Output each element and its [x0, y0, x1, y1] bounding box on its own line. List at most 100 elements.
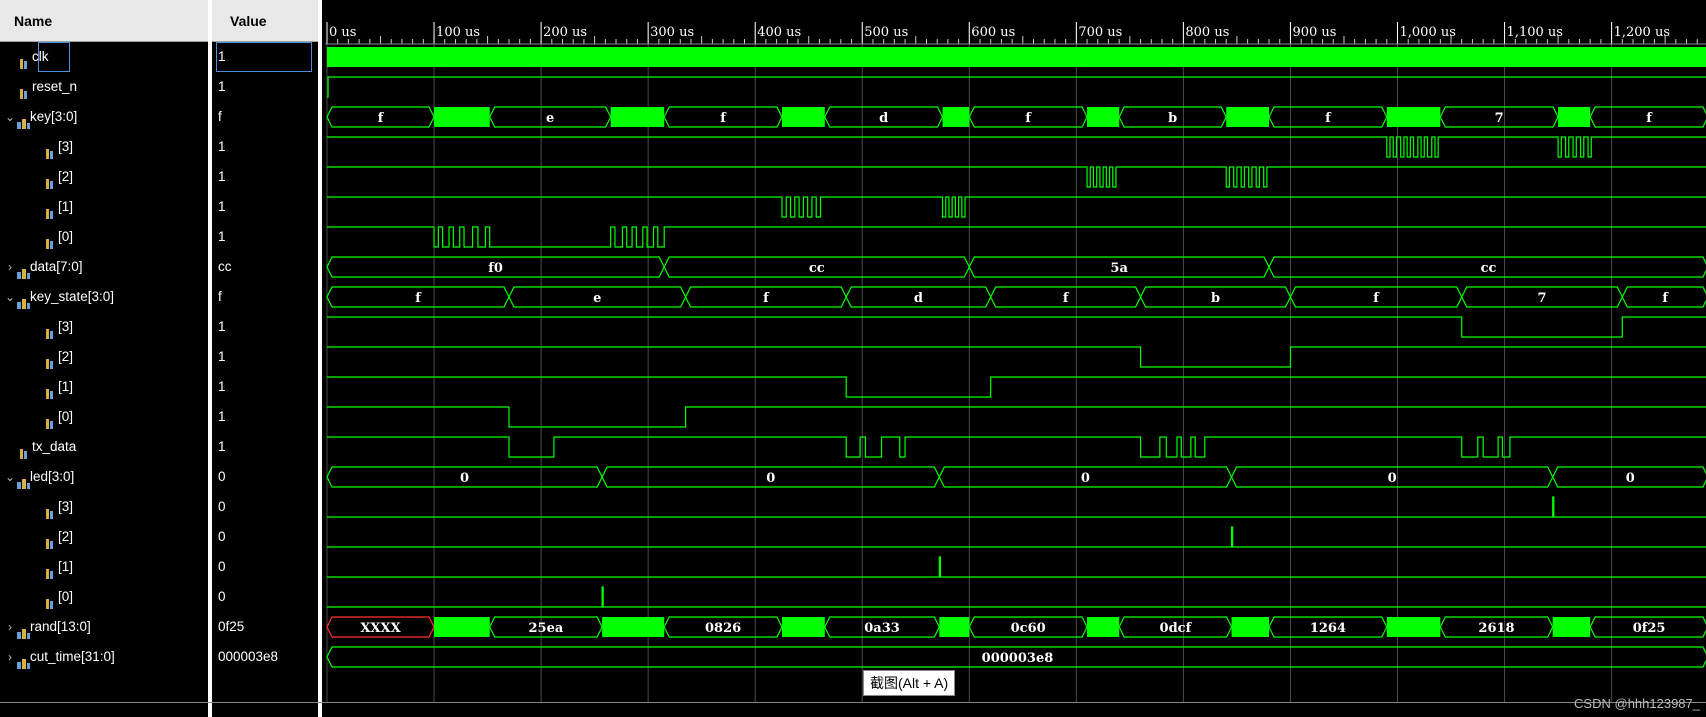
bit-waveform — [327, 556, 1706, 578]
bus-value-label: 0dcf — [1160, 621, 1193, 636]
bit-icon — [44, 321, 56, 340]
time-tick-label: 600 us — [971, 25, 1015, 40]
signal-row[interactable]: [3] — [44, 132, 73, 162]
signal-name: [0] — [58, 409, 74, 424]
signal-row[interactable]: [3] — [44, 312, 73, 342]
signal-value: 000003e8 — [218, 649, 279, 664]
signal-value: 0 — [218, 499, 226, 514]
chevron-right-icon[interactable]: › — [4, 642, 16, 672]
signal-value: 0 — [218, 469, 226, 484]
bus-value-label: f — [1025, 111, 1032, 126]
bit-waveform — [327, 166, 1706, 188]
bus-transition-burst — [602, 617, 665, 637]
bit-icon — [18, 51, 30, 70]
signal-name: [2] — [58, 529, 74, 544]
signal-name: [2] — [58, 169, 74, 184]
value-column-header[interactable]: Value — [212, 0, 318, 42]
signal-row[interactable]: [2] — [44, 162, 73, 192]
bit-waveform — [327, 436, 1706, 458]
bit-icon — [44, 201, 56, 220]
signal-row[interactable]: ⌄ key_state[3:0] — [4, 282, 114, 312]
bus-value-label: d — [914, 291, 923, 306]
bus-value-label: d — [879, 111, 888, 126]
clock-waveform — [327, 47, 1706, 67]
signal-value-pane: 1 1 f 1 1 1 1 cc f 1 1 1 1 1 0 0 0 0 0 0f25 000003e8 — [212, 42, 318, 717]
bit-waveform — [327, 346, 1706, 368]
chevron-right-icon[interactable]: › — [4, 612, 16, 642]
bus-value-label: 0 — [1388, 471, 1397, 486]
bus-value-label: 7 — [1537, 291, 1546, 306]
signal-value: 0 — [218, 559, 226, 574]
signal-row[interactable]: [1] — [44, 192, 73, 222]
horizontal-scrollbar[interactable] — [0, 702, 1706, 703]
bus-value-label: 0826 — [705, 621, 741, 636]
watermark: CSDN @hhh123987_ — [1574, 696, 1700, 711]
bus-value-label: 5a — [1110, 261, 1128, 276]
signal-row[interactable]: › rand[13:0] — [4, 612, 91, 642]
signal-row[interactable]: [2] — [44, 342, 73, 372]
signal-name: [3] — [58, 499, 74, 514]
bus-value-label: f — [763, 291, 770, 306]
bus-value-label: 2618 — [1478, 621, 1514, 636]
signal-row[interactable]: ⌄ led[3:0] — [4, 462, 74, 492]
bus-value-label: XXXX — [360, 621, 401, 636]
signal-row[interactable]: [1] — [44, 552, 73, 582]
bus-value-label: f0 — [488, 261, 503, 276]
bus-icon — [16, 621, 30, 640]
bit-icon — [44, 351, 56, 370]
signal-name: reset_n — [32, 79, 78, 94]
bus-value-label: 7 — [1495, 111, 1504, 126]
signal-row[interactable]: reset_n — [18, 72, 77, 102]
chevron-down-icon[interactable]: ⌄ — [4, 102, 16, 132]
bit-icon — [44, 501, 56, 520]
signal-row[interactable]: [1] — [44, 372, 73, 402]
time-tick-label: 400 us — [757, 25, 801, 40]
bus-value-label: f — [1373, 291, 1380, 306]
name-column-header[interactable]: Name — [0, 0, 208, 42]
bit-waveform — [327, 196, 1706, 218]
signal-name: cut_time[31:0] — [30, 649, 115, 664]
signal-row[interactable]: [0] — [44, 582, 73, 612]
signal-value: 1 — [218, 139, 226, 154]
signal-row[interactable]: clk — [18, 42, 49, 72]
time-tick-label: 200 us — [543, 25, 587, 40]
signal-name: led[3:0] — [30, 469, 75, 484]
signal-value: 1 — [218, 379, 226, 394]
bus-transition-burst — [1386, 107, 1441, 127]
signal-value: 1 — [218, 199, 226, 214]
bit-icon — [44, 141, 56, 160]
pane-splitter[interactable] — [208, 0, 212, 717]
bus-icon — [16, 261, 30, 280]
bit-icon — [44, 531, 56, 550]
bit-icon — [44, 231, 56, 250]
bus-icon — [16, 471, 30, 490]
signal-name: [3] — [58, 139, 74, 154]
signal-row[interactable]: ⌄ key[3:0] — [4, 102, 77, 132]
bus-value-label: 0f25 — [1633, 621, 1666, 636]
signal-value: 0f25 — [218, 619, 245, 634]
bus-transition-burst — [1231, 617, 1270, 637]
bus-value-label: cc — [1481, 261, 1497, 276]
bus-transition-burst — [1226, 107, 1270, 127]
signal-row[interactable]: › cut_time[31:0] — [4, 642, 115, 672]
chevron-right-icon[interactable]: › — [4, 252, 16, 282]
bus-value-label: f — [1662, 291, 1669, 306]
signal-row[interactable]: tx_data — [18, 432, 76, 462]
bus-transition-burst — [942, 107, 970, 127]
pane-splitter[interactable] — [318, 0, 322, 717]
chevron-down-icon[interactable]: ⌄ — [4, 282, 16, 312]
bit-icon — [18, 441, 30, 460]
bit-waveform — [327, 136, 1706, 158]
bit-waveform — [327, 586, 1706, 608]
signal-row[interactable]: [2] — [44, 522, 73, 552]
time-tick-label: 300 us — [650, 25, 694, 40]
signal-name: data[7:0] — [30, 259, 83, 274]
bus-value-label: 0 — [460, 471, 469, 486]
signal-row[interactable]: [0] — [44, 222, 73, 252]
chevron-down-icon[interactable]: ⌄ — [4, 462, 16, 492]
signal-row[interactable]: › data[7:0] — [4, 252, 83, 282]
signal-row[interactable]: [0] — [44, 402, 73, 432]
signal-row[interactable]: [3] — [44, 492, 73, 522]
bus-value-label: 1264 — [1310, 621, 1346, 636]
waveform-canvas[interactable]: 0 us 100 us 200 us 300 us 400 us 500 us 600 us… — [325, 0, 1706, 717]
